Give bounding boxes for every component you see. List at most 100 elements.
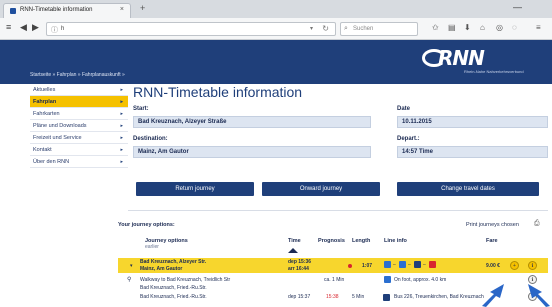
sidebar-item-kontakt[interactable]: Kontakt ▸ <box>30 144 128 156</box>
depart-label: Depart.: <box>397 136 420 142</box>
sidebar-item-label: Freizeit und Service <box>33 135 82 141</box>
departure-time: dep 15:37 <box>288 294 311 300</box>
sidebar-item-fahrkarten[interactable]: Fahrkarten ▸ <box>30 108 128 120</box>
bus-chip-icon <box>399 261 406 268</box>
sort-up-icon[interactable] <box>288 248 298 253</box>
sidebar-item-label: Fahrkarten <box>33 111 60 117</box>
column-prognosis: Prognosis <box>318 238 345 244</box>
walkway-text: Walkway to Bad Kreuznach, Treidlich Str <box>140 277 231 283</box>
hamburger-menu-icon[interactable]: ≡ <box>536 23 541 32</box>
reload-icon[interactable]: ↻ <box>322 24 329 33</box>
journey-options-heading: Your journey options: <box>118 222 175 228</box>
sidebar-item-aktuelles[interactable]: Aktuelles ▸ <box>30 84 128 96</box>
return-journey-button[interactable]: Return journey <box>136 182 254 196</box>
start-label: Start: <box>133 106 149 112</box>
arrow-right-icon: ▸ <box>120 147 123 153</box>
destination-value: Mainz, Am Gautor <box>138 149 189 155</box>
delay-dot-icon <box>348 264 352 268</box>
walk-chip-icon <box>384 261 391 268</box>
sidebar-item-label: Aktuelles <box>33 87 56 93</box>
history-dropdown-icon[interactable]: ▾ <box>310 25 313 32</box>
walkway-duration: ca. 1 Min <box>324 277 345 283</box>
sidebar-item-label: Fahrplan <box>33 99 57 105</box>
add-to-print-icon[interactable]: + <box>510 261 519 270</box>
search-input[interactable]: Suchen <box>353 26 373 32</box>
line-separator-icon: – <box>408 262 411 268</box>
column-line-info: Line info <box>384 238 407 244</box>
minimize-icon[interactable]: — <box>513 2 522 12</box>
bus-line-info: Bus 226, Treuenkirchen, Bad Kreuznach <box>394 294 484 300</box>
stop-text: Bad Kreuznach, Fried.-Ru.Str. <box>140 294 207 300</box>
search-icon: ⌕ <box>344 25 348 32</box>
depart-value: 14:57 Time <box>402 149 433 155</box>
destination-field[interactable]: Mainz, Am Gautor <box>133 146 371 158</box>
arrow-right-icon: ▸ <box>120 111 123 117</box>
line-separator-icon: – <box>393 262 396 268</box>
bus-icon <box>383 294 390 301</box>
annotation-arrow-left-icon <box>482 284 504 307</box>
browser-tab[interactable]: RNN-Timetable information × <box>3 3 131 18</box>
printer-icon[interactable]: ⎙ <box>534 220 540 228</box>
column-time: Time <box>288 238 301 244</box>
back-icon[interactable]: ◀ <box>20 22 27 33</box>
download-icon[interactable]: ⬇ <box>464 23 471 32</box>
change-travel-dates-button[interactable]: Change travel dates <box>397 182 539 196</box>
journey-arrival: arr 16:44 <box>288 266 309 272</box>
onward-journey-button[interactable]: Onward journey <box>262 182 380 196</box>
address-bar[interactable]: ⓘ h ▾ ↻ <box>46 22 336 36</box>
sync-icon[interactable]: ◌ <box>512 23 517 32</box>
home-icon[interactable]: ⌂ <box>480 23 485 32</box>
new-tab-icon[interactable]: + <box>140 3 145 13</box>
arrow-right-icon: ▸ <box>120 123 123 129</box>
pocket-icon[interactable]: ◎ <box>496 23 503 32</box>
rnn-logo[interactable]: RNN Rhein-Nahe Nahverkehrsverbund <box>420 44 530 76</box>
search-box[interactable]: ⌕ Suchen <box>340 22 418 36</box>
breadcrumb[interactable]: Startseite » Fahrplan » Fahrplanauskunft… <box>30 72 125 78</box>
arrow-right-icon: ▸ <box>120 159 123 165</box>
info-icon[interactable]: ℹ <box>528 261 537 270</box>
journey-departure: dep 15:36 <box>288 259 312 265</box>
destination-label: Destination: <box>133 136 168 142</box>
page-title: RNN-Timetable information <box>133 84 303 100</box>
journey-fare: 9.00 € <box>486 263 500 269</box>
date-value: 10.11.2015 <box>402 119 432 125</box>
sidebar-item-label: Kontakt <box>33 147 52 153</box>
sidebar-nav: Aktuelles ▸ Fahrplan ▸ Fahrkarten ▸ Plän… <box>30 84 128 168</box>
close-tab-icon[interactable]: × <box>120 6 124 13</box>
site-info-icon[interactable]: ⓘ <box>51 25 58 35</box>
logo-text: RNN <box>438 46 485 70</box>
walk-icon: ⚲ <box>127 277 132 283</box>
arrow-right-icon: ▸ <box>120 99 123 105</box>
expand-caret-icon[interactable]: ▾ <box>130 263 133 269</box>
menu-icon[interactable]: ≡ <box>6 22 11 32</box>
journey-stop-from: Bad Kreuznach, Alzeyer Str. <box>140 259 207 265</box>
annotation-arrow-right-icon <box>528 284 550 307</box>
line-separator-icon: – <box>423 262 426 268</box>
url-text[interactable]: h <box>61 26 64 32</box>
stop-text: Bad Kreuznach, Fried.-Ru.Str. <box>140 285 207 291</box>
sidebar-item-freizeit[interactable]: Freizeit und Service ▸ <box>30 132 128 144</box>
date-field[interactable]: 10.11.2015 <box>397 116 548 128</box>
column-length: Length <box>352 238 371 244</box>
browser-tab-bar: RNN-Timetable information × + — <box>0 0 552 18</box>
sidebar-item-about[interactable]: Über den RNN ▸ <box>30 156 128 168</box>
journey-length: 1:07 <box>362 263 373 269</box>
depart-field[interactable]: 14:57 Time <box>397 146 548 158</box>
prognosis-time: 15:38 <box>326 294 339 300</box>
sidebar-item-label: Pläne und Downloads <box>33 123 87 129</box>
journey-stop-to: Mainz, Am Gautor <box>140 266 183 272</box>
print-journeys-link[interactable]: Print journeys chosen <box>466 222 519 228</box>
logo-tagline: Rhein-Nahe Nahverkehrsverbund <box>464 69 524 74</box>
walkway-note: On foot, approx. 4.0 km <box>394 277 447 283</box>
reading-list-icon[interactable]: ▤ <box>448 23 456 32</box>
divider <box>128 210 548 211</box>
date-label: Date <box>397 106 411 112</box>
leg-duration: 5 Min <box>352 294 365 300</box>
sidebar-item-downloads[interactable]: Pläne und Downloads ▸ <box>30 120 128 132</box>
forward-icon[interactable]: ▶ <box>32 22 39 33</box>
annotation-arrows <box>482 284 550 307</box>
earlier-link[interactable]: earlier <box>145 244 159 250</box>
start-field[interactable]: Bad Kreuznach, Alzeyer Straße <box>133 116 371 128</box>
sidebar-item-fahrplan[interactable]: Fahrplan ▸ <box>30 96 128 108</box>
bookmark-star-icon[interactable]: ✩ <box>432 23 439 32</box>
